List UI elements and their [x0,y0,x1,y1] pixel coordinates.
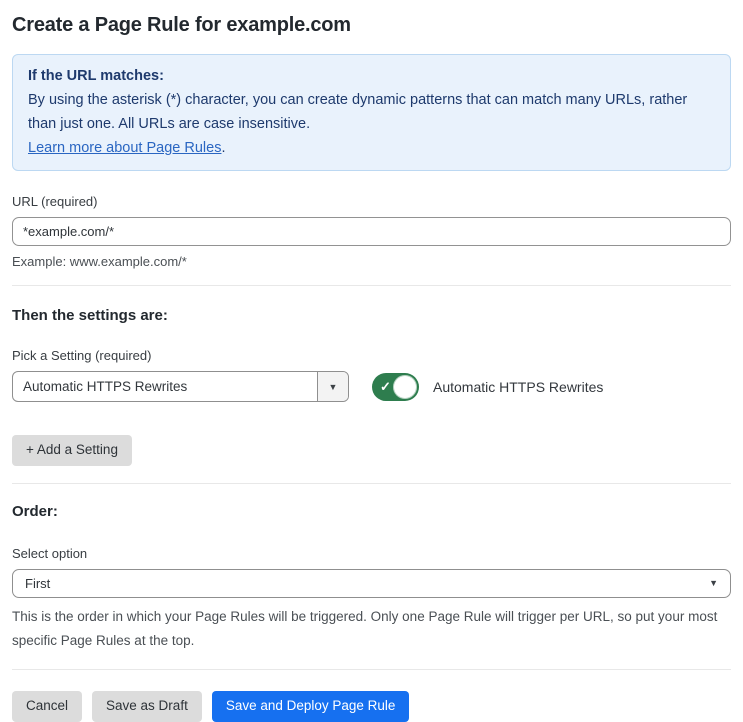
save-and-deploy-button[interactable]: Save and Deploy Page Rule [211,690,410,722]
toggle-label: Automatic HTTPS Rewrites [433,378,604,395]
add-setting-button[interactable]: + Add a Setting [12,435,132,466]
link-suffix: . [221,140,226,156]
toggle-knob [393,374,417,399]
check-icon: ✓ [380,378,391,394]
cancel-button[interactable]: Cancel [12,690,83,722]
create-page-rule-form: Create a Page Rule for example.com If th… [0,14,743,722]
chevron-down-icon: ▼ [328,381,338,392]
url-field-label: URL (required) [12,194,98,209]
setting-toggle-group: ✓ Automatic HTTPS Rewrites [372,372,604,401]
url-input[interactable] [12,217,731,246]
url-helper-text: Example: www.example.com/* [12,254,187,269]
learn-more-link[interactable]: Learn more about Page Rules [28,140,221,156]
info-box-link-line: Learn more about Page Rules. [28,136,715,160]
url-matches-info-box: If the URL matches: By using the asteris… [12,54,731,171]
settings-row: Automatic HTTPS Rewrites ▼ ✓ Automatic H… [12,371,731,402]
save-as-draft-button[interactable]: Save as Draft [92,690,202,722]
footer-actions: Cancel Save as Draft Save and Deploy Pag… [12,690,731,722]
order-helper-text: This is the order in which your Page Rul… [12,608,718,648]
pick-setting-label: Pick a Setting (required) [12,348,152,363]
order-select-label: Select option [12,545,88,561]
chevron-down-icon: ▼ [709,578,718,589]
divider [12,668,731,670]
info-box-heading: If the URL matches: [28,68,164,84]
setting-dropdown-arrow-button[interactable]: ▼ [317,372,348,401]
settings-section-heading: Then the settings are: [12,307,168,324]
order-select[interactable]: First ▼ [12,568,731,598]
setting-dropdown[interactable]: Automatic HTTPS Rewrites ▼ [12,371,349,402]
order-section-heading: Order: [12,502,58,520]
info-box-body: By using the asterisk (*) character, you… [28,92,688,132]
https-rewrites-toggle[interactable]: ✓ [372,372,419,401]
order-select-value: First [25,575,51,591]
page-title: Create a Page Rule for example.com [12,14,351,36]
setting-dropdown-value: Automatic HTTPS Rewrites [23,379,188,394]
